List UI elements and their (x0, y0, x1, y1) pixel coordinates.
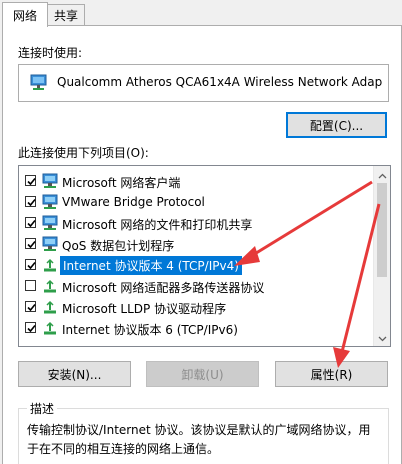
list-item[interactable]: Microsoft LLDP 协议驱动程序 (19, 297, 369, 318)
checkbox[interactable] (25, 196, 36, 207)
vertical-scrollbar[interactable] (373, 166, 390, 346)
network-properties-dialog: 网络 共享 连接时使用: Qualcomm Atheros QCA61x4A W… (0, 0, 402, 464)
item-label: QoS 数据包计划程序 (62, 239, 175, 253)
checkbox[interactable] (25, 175, 36, 186)
list-item[interactable]: Internet 协议版本 6 (TCP/IPv6) (19, 318, 369, 339)
configure-button[interactable]: 配置(C)... (286, 112, 387, 138)
tab-share[interactable]: 共享 (47, 4, 85, 25)
network-service-icon (41, 194, 59, 210)
list-item[interactable]: QoS 数据包计划程序 (19, 234, 369, 255)
item-label: Microsoft 网络客户端 (62, 176, 181, 190)
list-item[interactable]: Microsoft 网络的文件和打印机共享 (19, 213, 369, 234)
tab-network[interactable]: 网络 (2, 2, 48, 27)
components-list[interactable]: Microsoft 网络客户端 VMware Bridge Protocol M… (18, 165, 391, 347)
list-item-selected[interactable]: Internet 协议版本 4 (TCP/IPv4) (19, 255, 369, 276)
item-label: Microsoft 网络适配器多路传送器协议 (62, 281, 265, 295)
scrollbar-thumb[interactable] (377, 183, 387, 277)
item-label: VMware Bridge Protocol (62, 195, 205, 209)
protocol-icon (41, 299, 59, 315)
checkbox[interactable] (25, 238, 36, 249)
uninstall-button[interactable]: 卸载(U) (146, 361, 259, 387)
install-button[interactable]: 安装(N)... (18, 361, 131, 387)
checkbox[interactable] (25, 217, 36, 228)
adapter-box: Qualcomm Atheros QCA61x4A Wireless Netwo… (18, 64, 389, 102)
checkbox[interactable] (25, 322, 36, 333)
connect-using-label: 连接时使用: (18, 46, 83, 60)
list-item[interactable]: Microsoft 网络客户端 (19, 171, 369, 192)
description-title: 描述 (27, 400, 58, 417)
network-client-icon (41, 173, 59, 189)
item-label: Microsoft 网络的文件和打印机共享 (62, 218, 253, 232)
scroll-up-icon[interactable] (378, 170, 387, 179)
protocol-icon (41, 320, 59, 336)
network-service-icon (41, 236, 59, 252)
item-label: Microsoft LLDP 协议驱动程序 (62, 302, 227, 316)
network-adapter-icon (29, 74, 49, 92)
scroll-down-icon[interactable] (378, 332, 387, 342)
description-group: 描述 传输控制协议/Internet 协议。该协议是默认的广域网络协议，用于在不… (18, 400, 389, 464)
properties-button[interactable]: 属性(R) (275, 361, 388, 387)
item-label: Internet 协议版本 6 (TCP/IPv6) (62, 323, 238, 337)
checkbox[interactable] (25, 280, 36, 291)
list-item[interactable]: Microsoft 网络适配器多路传送器协议 (19, 276, 369, 297)
checkbox[interactable] (25, 259, 36, 270)
list-item[interactable]: VMware Bridge Protocol (19, 192, 369, 213)
item-label: Internet 协议版本 4 (TCP/IPv4) (60, 256, 242, 275)
protocol-icon (41, 257, 59, 273)
items-label: 此连接使用下列项目(O): (18, 146, 149, 160)
protocol-icon (41, 278, 59, 294)
tab-strip: 网络 共享 (0, 0, 402, 27)
checkbox[interactable] (25, 301, 36, 312)
adapter-name: Qualcomm Atheros QCA61x4A Wireless Netwo… (57, 75, 383, 89)
network-service-icon (41, 215, 59, 231)
description-text: 传输控制协议/Internet 协议。该协议是默认的广域网络协议，用于在不同的相… (27, 423, 371, 456)
